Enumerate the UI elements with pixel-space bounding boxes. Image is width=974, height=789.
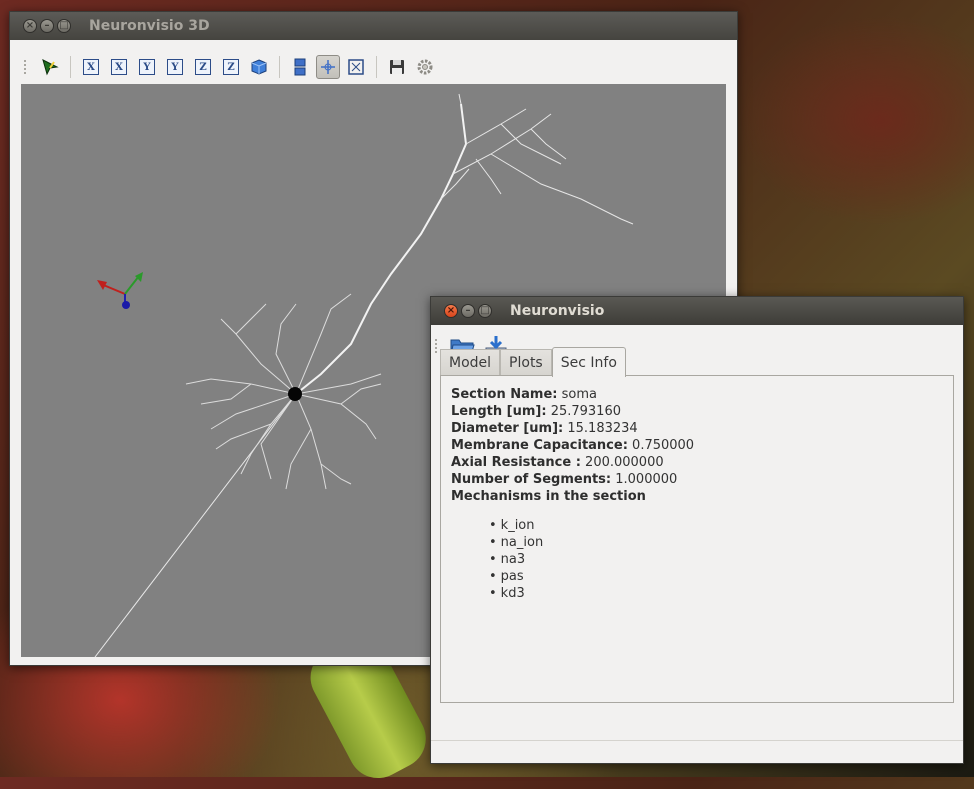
view-x-plus-button[interactable]: X <box>79 55 103 79</box>
capacitance-value: 0.750000 <box>632 438 695 453</box>
toolbar-grip[interactable] <box>24 60 30 74</box>
list-item: pas <box>489 568 943 585</box>
floppy-disk-icon <box>390 60 404 74</box>
close-icon[interactable]: × <box>23 19 37 33</box>
mechanisms-label: Mechanisms in the section <box>451 489 646 504</box>
close-icon[interactable]: × <box>444 304 458 318</box>
minimize-icon[interactable]: – <box>40 19 54 33</box>
split-panels-icon <box>294 58 306 76</box>
axis-y-icon: Y <box>167 59 183 75</box>
tab-plots[interactable]: Plots <box>500 349 552 376</box>
tab-label: Model <box>449 355 492 371</box>
status-bar <box>431 740 963 763</box>
capacitance-row: Membrane Capacitance: 0.750000 <box>451 437 943 454</box>
segments-row: Number of Segments: 1.000000 <box>451 471 943 488</box>
view-x-minus-button[interactable]: X <box>107 55 131 79</box>
sec-info-panel: Section Name: soma Length [um]: 25.79316… <box>440 375 954 703</box>
cube-icon <box>251 59 267 75</box>
viewer-titlebar[interactable]: × – □ Neuronvisio 3D <box>10 12 737 40</box>
length-label: Length [um]: <box>451 404 547 419</box>
rotate-tool-button[interactable] <box>316 55 340 79</box>
tab-model[interactable]: Model <box>440 349 501 376</box>
resistance-value: 200.000000 <box>585 455 664 470</box>
resistance-row: Axial Resistance : 200.000000 <box>451 454 943 471</box>
mechanisms-heading: Mechanisms in the section <box>451 488 943 505</box>
gear-icon <box>417 59 433 75</box>
section-name-row: Section Name: soma <box>451 386 943 403</box>
isometric-view-button[interactable] <box>247 55 271 79</box>
toolbar-separator <box>376 56 377 78</box>
fullscreen-icon <box>348 59 364 75</box>
tab-bar: Model Plots Sec Info <box>440 347 626 377</box>
tab-sec-info[interactable]: Sec Info <box>551 347 626 377</box>
tab-label: Plots <box>509 355 543 371</box>
rotate-axes-icon <box>321 60 335 74</box>
list-item: k_ion <box>489 517 943 534</box>
maximize-icon[interactable]: □ <box>478 304 492 318</box>
window-title: Neuronvisio <box>510 303 605 319</box>
neuronvisio-window: × – □ Neuronvisio Model Plots Sec Info S… <box>430 296 964 764</box>
fit-to-screen-button[interactable] <box>344 55 368 79</box>
view-z-minus-button[interactable]: Z <box>219 55 243 79</box>
section-name-value: soma <box>561 387 597 402</box>
orientation-axes-icon <box>97 272 143 309</box>
tab-label: Sec Info <box>560 354 617 371</box>
length-row: Length [um]: 25.793160 <box>451 403 943 420</box>
toolbar-separator <box>279 56 280 78</box>
segments-label: Number of Segments: <box>451 472 612 487</box>
select-tool-button[interactable] <box>38 55 62 79</box>
arrow-select-icon <box>42 59 59 76</box>
axis-z-icon: Z <box>195 59 211 75</box>
axis-y-icon: Y <box>139 59 155 75</box>
axis-z-icon: Z <box>223 59 239 75</box>
list-item: kd3 <box>489 585 943 602</box>
minimize-icon[interactable]: – <box>461 304 475 318</box>
diameter-label: Diameter [um]: <box>451 421 564 436</box>
neuronvisio-titlebar[interactable]: × – □ Neuronvisio <box>431 297 963 325</box>
list-item: na_ion <box>489 534 943 551</box>
maximize-icon[interactable]: □ <box>57 19 71 33</box>
save-button[interactable] <box>385 55 409 79</box>
viewer-toolbar: X X Y Y Z Z <box>10 50 737 84</box>
section-name-label: Section Name: <box>451 387 558 402</box>
diameter-row: Diameter [um]: 15.183234 <box>451 420 943 437</box>
resistance-label: Axial Resistance : <box>451 455 581 470</box>
segments-value: 1.000000 <box>615 472 678 487</box>
split-view-button[interactable] <box>288 55 312 79</box>
length-value: 25.793160 <box>550 404 621 419</box>
view-y-plus-button[interactable]: Y <box>135 55 159 79</box>
capacitance-label: Membrane Capacitance: <box>451 438 628 453</box>
window-title: Neuronvisio 3D <box>89 18 210 34</box>
toolbar-separator <box>70 56 71 78</box>
axis-x-icon: X <box>83 59 99 75</box>
view-z-plus-button[interactable]: Z <box>191 55 215 79</box>
view-y-minus-button[interactable]: Y <box>163 55 187 79</box>
diameter-value: 15.183234 <box>567 421 638 436</box>
settings-button[interactable] <box>413 55 437 79</box>
list-item: na3 <box>489 551 943 568</box>
mechanisms-list: k_ion na_ion na3 pas kd3 <box>451 517 943 602</box>
axis-x-icon: X <box>111 59 127 75</box>
